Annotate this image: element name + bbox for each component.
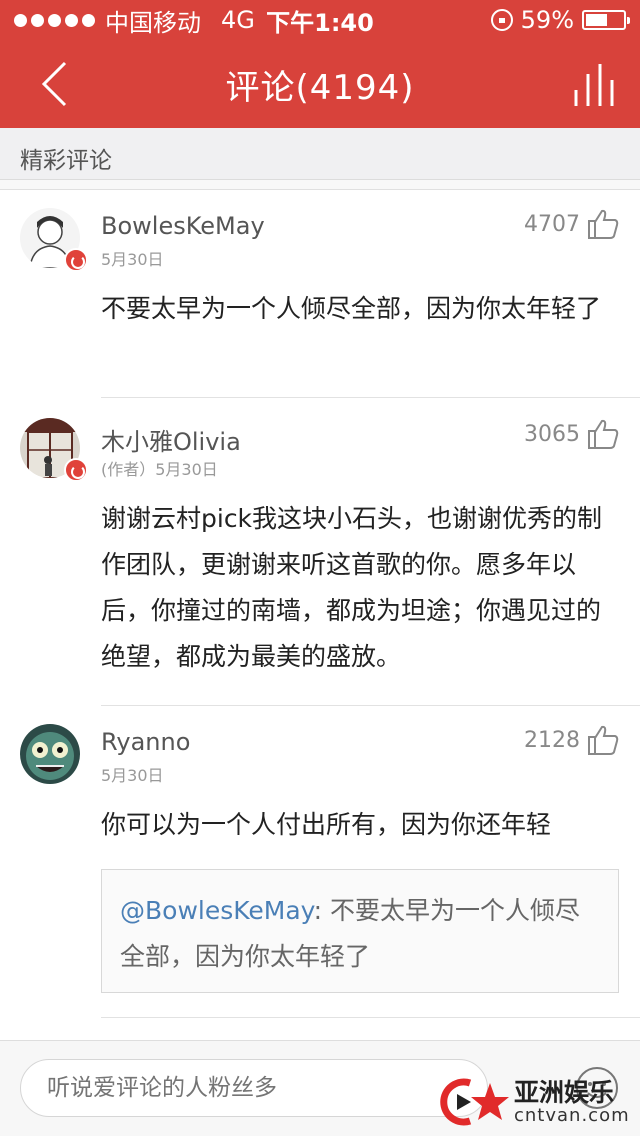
- thumbs-up-icon: [588, 419, 619, 449]
- nav-bar: 评论(4194): [0, 40, 640, 128]
- like-button[interactable]: 2128: [524, 724, 620, 756]
- thumbs-up-icon: [588, 725, 619, 755]
- back-button[interactable]: [24, 54, 84, 114]
- comment-date: (作者）5月30日: [101, 460, 218, 479]
- status-bar: 中国移动 4G 下午1:40 59%: [0, 0, 640, 40]
- vip-badge-icon: [64, 248, 88, 272]
- watermark-url: cntvan.com: [514, 1104, 630, 1126]
- comment-date: 5月30日: [101, 766, 164, 785]
- comment-input[interactable]: [20, 1059, 488, 1117]
- battery-percent: 59%: [520, 6, 574, 34]
- battery-icon: [582, 10, 630, 30]
- watermark-title: 亚洲娱乐: [514, 1077, 615, 1107]
- section-divider: [0, 180, 640, 190]
- comment-author[interactable]: 木小雅Olivia: [101, 422, 241, 457]
- thumbs-up-icon: [588, 209, 619, 239]
- carrier-label: 中国移动: [105, 8, 201, 37]
- comment-date: 5月30日: [101, 250, 164, 269]
- avatar[interactable]: [20, 418, 88, 482]
- divider: [101, 1017, 640, 1018]
- like-button[interactable]: 3065: [524, 418, 620, 450]
- like-count: 4707: [524, 211, 580, 237]
- rotation-lock-icon: [490, 9, 513, 31]
- comment-text: 你可以为一个人付出所有，因为你还年轻: [101, 810, 552, 839]
- divider: [101, 397, 640, 398]
- avatar[interactable]: [20, 724, 80, 784]
- section-header: 精彩评论: [0, 128, 640, 180]
- like-count: 3065: [524, 421, 580, 447]
- page-title: 评论(4194): [225, 67, 415, 108]
- chevron-left-icon: [41, 61, 67, 107]
- watermark: 亚洲娱乐 cntvan.com: [440, 1074, 630, 1130]
- like-count: 2128: [524, 727, 580, 753]
- quoted-reply[interactable]: @BowlesKeMay: 不要太早为一个人倾尽全部，因为你太年轻了: [101, 869, 619, 993]
- like-button[interactable]: 4707: [524, 208, 620, 240]
- comment-text: 不要太早为一个人倾尽全部，因为你太年轻了: [101, 294, 602, 323]
- comment-item[interactable]: Ryanno 5月30日 2128 你可以为一个人付出所有，因为你还年轻 @Bo…: [0, 706, 640, 1018]
- watermark-logo-icon: [440, 1078, 509, 1126]
- vip-badge-icon: [64, 458, 88, 482]
- bars-icon[interactable]: [570, 60, 620, 108]
- mention-link[interactable]: @BowlesKeMay: [120, 896, 314, 925]
- avatar[interactable]: [20, 208, 88, 272]
- comment-author[interactable]: Ryanno: [101, 728, 190, 756]
- comment-item[interactable]: BowlesKeMay 5月30日 4707 不要太早为一个人倾尽全部，因为你太…: [0, 190, 640, 398]
- comment-text: 谢谢云村pick我这块小石头，也谢谢优秀的制作团队，更谢谢来听这首歌的你。愿多年…: [101, 504, 603, 671]
- comment-author[interactable]: BowlesKeMay: [101, 212, 265, 240]
- signal-icon: [14, 13, 95, 27]
- comment-item[interactable]: 木小雅Olivia (作者）5月30日 3065 谢谢云村pick我这块小石头，…: [0, 400, 640, 706]
- network-label: 4G: [221, 6, 255, 34]
